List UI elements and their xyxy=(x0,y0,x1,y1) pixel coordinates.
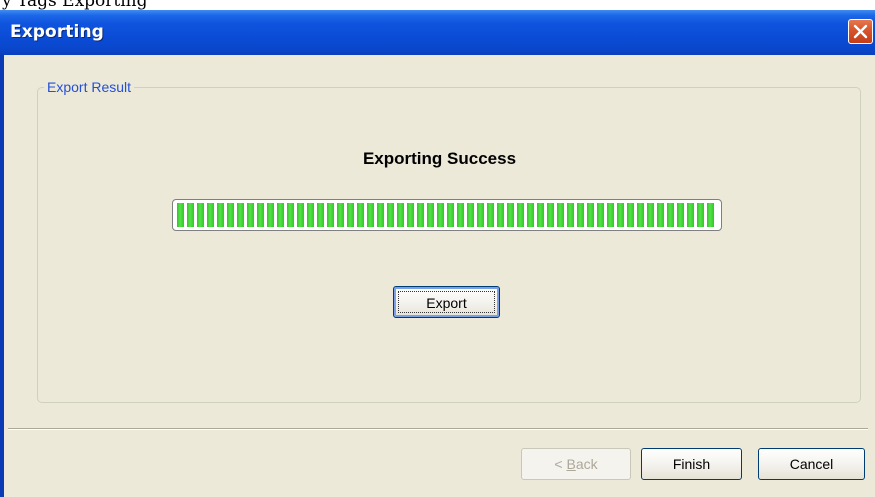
back-button-prefix: < xyxy=(554,456,567,472)
title-bar[interactable]: Exporting xyxy=(0,10,875,55)
export-button[interactable]: Export xyxy=(393,286,500,318)
exporting-dialog: Exporting Export Result Exporting Succes… xyxy=(0,10,875,497)
cancel-button[interactable]: Cancel xyxy=(758,448,865,480)
progress-fill xyxy=(177,203,717,227)
background-window-strip: y Tags Exporting xyxy=(0,0,875,10)
close-icon xyxy=(853,24,868,39)
status-text: Exporting Success xyxy=(362,149,517,168)
progress-track xyxy=(177,203,717,227)
back-button-mnemonic: B xyxy=(566,456,576,472)
cancel-button-label: Cancel xyxy=(789,456,834,472)
close-button[interactable] xyxy=(848,19,873,44)
separator xyxy=(8,428,868,430)
background-window-text: y Tags Exporting xyxy=(2,0,148,10)
progress-bar xyxy=(172,199,722,231)
back-button[interactable]: < Back xyxy=(521,448,631,480)
dialog-client-area: Export Result Exporting Success Export <… xyxy=(4,55,875,497)
export-button-label: Export xyxy=(398,291,495,313)
group-label: Export Result xyxy=(44,79,135,95)
finish-button-label: Finish xyxy=(672,456,711,472)
back-button-rest: ack xyxy=(575,456,598,472)
export-result-group xyxy=(37,87,861,403)
window-title: Exporting xyxy=(10,22,104,42)
finish-button[interactable]: Finish xyxy=(641,448,742,480)
